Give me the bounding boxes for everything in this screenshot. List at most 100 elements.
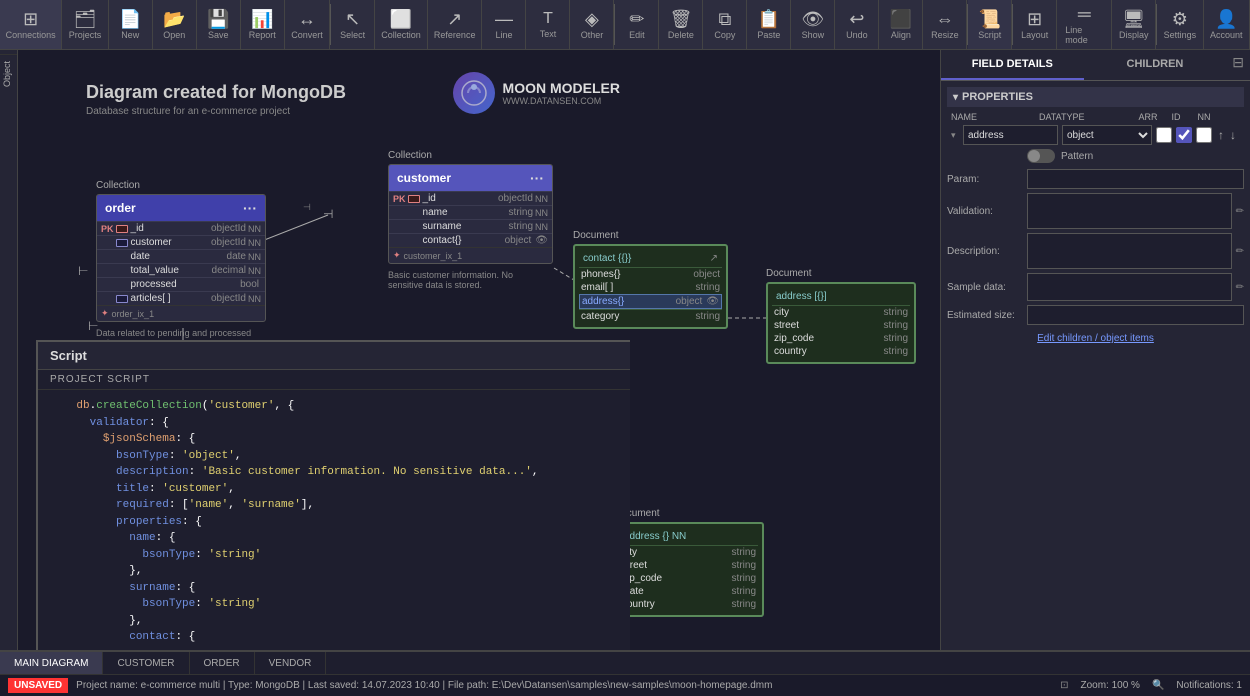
- zoom-out-btn[interactable]: 🔍: [1152, 680, 1164, 691]
- toolbar-edit[interactable]: ✏ Edit: [615, 0, 659, 49]
- sample-textarea[interactable]: [1027, 273, 1232, 301]
- toolbar-paste[interactable]: 📋 Paste: [747, 0, 791, 49]
- contact-address-embed[interactable]: 👁: [706, 296, 719, 307]
- btab-order[interactable]: ORDER: [190, 652, 255, 674]
- col-headers-row: NAME DATATYPE ARR ID NN: [947, 111, 1244, 123]
- toolbar-text[interactable]: T Text: [526, 0, 570, 49]
- toolbar-report[interactable]: 📊 Report: [241, 0, 285, 49]
- addr-cust-street[interactable]: street string: [772, 319, 910, 332]
- btab-customer[interactable]: CUSTOMER: [103, 652, 189, 674]
- addr-cust-city[interactable]: city string: [772, 306, 910, 319]
- order-field-id[interactable]: PK _id objectId NN: [97, 221, 265, 235]
- customer-field-name[interactable]: PK name string NN: [389, 205, 552, 219]
- toolbar-align[interactable]: ⬛ Align: [879, 0, 923, 49]
- canvas[interactable]: Diagram created for MongoDB Database str…: [18, 50, 940, 650]
- addr-vend-zip[interactable]: zip_code string: [620, 572, 758, 585]
- order-field-date[interactable]: PK date date NN: [97, 249, 265, 263]
- toolbar-select[interactable]: ↖ Select: [331, 0, 375, 49]
- right-panel-collapse-btn[interactable]: ⊟: [1226, 50, 1250, 80]
- fit-icon[interactable]: ⊡: [1060, 680, 1068, 691]
- toolbar-copy[interactable]: ⧉ Copy: [703, 0, 747, 49]
- address-vendor-doc-box[interactable]: address {} NN city string street string …: [614, 522, 764, 617]
- customer-field-id[interactable]: PK _id objectId NN: [389, 191, 552, 205]
- customer-coll-box[interactable]: customer ··· PK _id objectId NN PK name …: [388, 164, 553, 264]
- toolbar-undo[interactable]: ↩ Undo: [835, 0, 879, 49]
- addr-vend-country[interactable]: country string: [620, 598, 758, 611]
- addr-cust-country[interactable]: country string: [772, 345, 910, 358]
- toolbar-reference[interactable]: ↗ Reference: [428, 0, 483, 49]
- order-field-processed[interactable]: PK processed bool: [97, 277, 265, 291]
- validation-row: Validation: ✏: [947, 193, 1244, 229]
- toolbar-projects[interactable]: 🗂 Projects: [62, 0, 108, 49]
- addr-cust-zip[interactable]: zip_code string: [772, 332, 910, 345]
- script-icon: 📜: [979, 10, 1001, 28]
- customer-contact-embed[interactable]: 👁: [535, 235, 548, 246]
- sample-edit-icon[interactable]: ✏: [1236, 282, 1244, 293]
- customer-field-surname[interactable]: PK surname string NN: [389, 219, 552, 233]
- toolbar-convert[interactable]: ↔ Convert: [285, 0, 331, 49]
- contact-doc-phones[interactable]: phones{} object: [579, 268, 722, 281]
- contact-doc-address[interactable]: address{} object 👁: [579, 294, 722, 309]
- contact-doc-close[interactable]: ↗: [710, 253, 718, 264]
- toolbar-resize[interactable]: ⇔ Resize: [923, 0, 967, 49]
- toolbar-open[interactable]: 📂 Open: [153, 0, 197, 49]
- arr-checkbox[interactable]: [1156, 127, 1172, 143]
- nn-checkbox[interactable]: [1196, 127, 1212, 143]
- field-details-tab[interactable]: FIELD DETAILS: [941, 50, 1084, 80]
- contact-doc-box[interactable]: contact {{}} ↗ phones{} object email[ ] …: [573, 244, 728, 329]
- right-panel-tabs: FIELD DETAILS CHILDREN ⊟: [941, 50, 1250, 81]
- toolbar-delete[interactable]: 🗑 Delete: [659, 0, 703, 49]
- addr-vend-city[interactable]: city string: [620, 546, 758, 559]
- sidebar-tab-object[interactable]: Object: [0, 54, 17, 93]
- toolbar-settings[interactable]: ⚙ Settings: [1157, 0, 1203, 49]
- order-more-btn[interactable]: ···: [243, 200, 257, 216]
- btab-vendor[interactable]: VENDOR: [255, 652, 327, 674]
- btab-main-diagram[interactable]: MAIN DIAGRAM: [0, 652, 103, 674]
- svg-text:⊣: ⊣: [303, 202, 311, 212]
- zoom-level: Zoom: 100 %: [1080, 680, 1139, 691]
- toolbar-show[interactable]: 👁 Show: [791, 0, 835, 49]
- toolbar-line[interactable]: — Line: [482, 0, 526, 49]
- address-customer-doc-box[interactable]: address [{}] city string street string z…: [766, 282, 916, 364]
- toolbar-account[interactable]: 👤 Account: [1204, 0, 1250, 49]
- id-checkbox[interactable]: [1176, 127, 1192, 143]
- toolbar-other[interactable]: ◈ Other: [570, 0, 614, 49]
- toolbar-new[interactable]: 📄 New: [109, 0, 153, 49]
- addr-vend-street[interactable]: street string: [620, 559, 758, 572]
- children-tab[interactable]: CHILDREN: [1084, 50, 1227, 80]
- description-textarea[interactable]: [1027, 233, 1232, 269]
- estimated-input[interactable]: [1027, 305, 1244, 325]
- toolbar-connections[interactable]: ⊞ Connections: [0, 0, 62, 49]
- validation-edit-icon[interactable]: ✏: [1236, 206, 1244, 217]
- param-input[interactable]: [1027, 169, 1244, 189]
- validation-textarea[interactable]: [1027, 193, 1232, 229]
- order-coll-box[interactable]: order ··· PK _id objectId NN PK customer…: [96, 194, 266, 322]
- contact-doc-email[interactable]: email[ ] string: [579, 281, 722, 294]
- toolbar-save[interactable]: 💾 Save: [197, 0, 241, 49]
- pattern-toggle[interactable]: [1027, 149, 1055, 163]
- field-datatype-select[interactable]: object string array: [1062, 125, 1152, 145]
- properties-section-header[interactable]: ▾ PROPERTIES: [947, 87, 1244, 107]
- toolbar-script[interactable]: 📜 Script: [968, 0, 1012, 49]
- script-content[interactable]: db.createCollection('customer', { valida…: [38, 390, 630, 642]
- report-icon: 📊: [251, 10, 273, 28]
- order-field-articles[interactable]: PK articles[ ] objectId NN: [97, 291, 265, 305]
- description-edit-icon[interactable]: ✏: [1236, 246, 1244, 257]
- logo-url: WWW.DATANSEN.COM: [503, 96, 620, 106]
- edit-children-link[interactable]: Edit children / object items: [947, 333, 1244, 344]
- toolbar-layout[interactable]: ⊞ Layout: [1013, 0, 1057, 49]
- toolbar-collection[interactable]: ⬜ Collection: [375, 0, 428, 49]
- addr-vend-state[interactable]: state string: [620, 585, 758, 598]
- customer-more-btn[interactable]: ···: [530, 170, 544, 186]
- contact-doc-category[interactable]: category string: [579, 310, 722, 323]
- order-field-total[interactable]: PK total_value decimal NN: [97, 263, 265, 277]
- sort-up-icon[interactable]: ↑: [1218, 128, 1224, 142]
- sort-down-icon[interactable]: ↓: [1230, 128, 1236, 142]
- notifications-badge[interactable]: Notifications: 1: [1176, 680, 1242, 691]
- customer-field-contact[interactable]: PK contact{} object 👁: [389, 233, 552, 247]
- order-field-customer[interactable]: PK customer objectId NN: [97, 235, 265, 249]
- field-name-input[interactable]: [963, 125, 1058, 145]
- toolbar-linemode[interactable]: ═ Line mode: [1057, 0, 1112, 49]
- toolbar-display[interactable]: 🖥 Display: [1112, 0, 1156, 49]
- address-customer-doc-header: address [{}]: [772, 288, 910, 306]
